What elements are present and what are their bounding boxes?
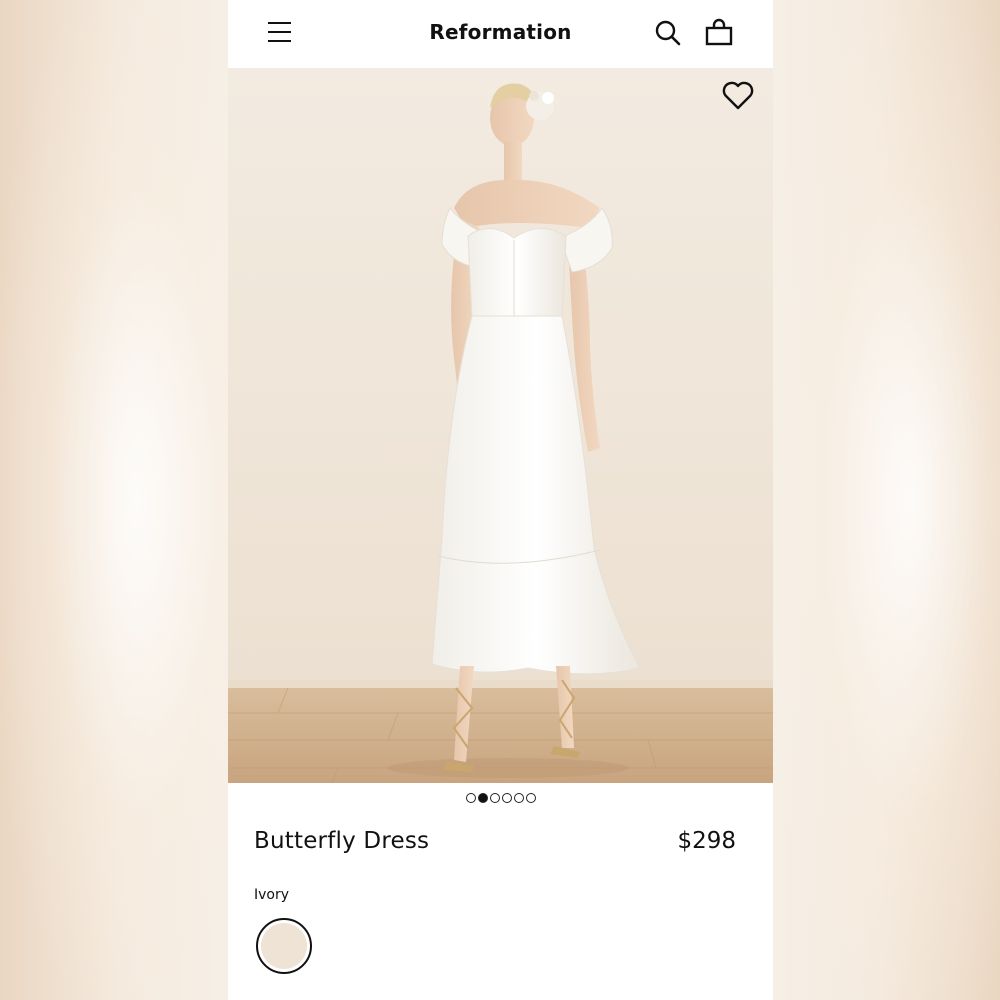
brand-logo[interactable]: Reformation xyxy=(228,20,773,44)
search-icon[interactable] xyxy=(654,19,682,47)
right-backdrop xyxy=(773,0,1000,1000)
carousel-dot[interactable] xyxy=(465,793,476,803)
app-screen: Reformation Butterfly Dress $298 Ivory xyxy=(228,0,773,1000)
carousel-dot[interactable] xyxy=(501,793,512,803)
image-carousel-pagination xyxy=(228,793,773,805)
heart-icon[interactable] xyxy=(721,80,755,112)
color-label: Ivory xyxy=(254,887,290,903)
carousel-dot[interactable] xyxy=(525,793,536,803)
carousel-dot[interactable] xyxy=(477,793,488,803)
top-nav-bar: Reformation xyxy=(228,0,773,68)
swatch-fill xyxy=(261,923,307,969)
color-swatch-ivory[interactable] xyxy=(256,918,312,974)
product-price: $298 xyxy=(677,828,736,854)
product-name: Butterfly Dress xyxy=(254,828,430,854)
carousel-dot[interactable] xyxy=(489,793,500,803)
product-image[interactable] xyxy=(228,68,773,783)
shopping-bag-icon[interactable] xyxy=(704,18,734,48)
carousel-dot[interactable] xyxy=(513,793,524,803)
left-backdrop xyxy=(0,0,228,1000)
